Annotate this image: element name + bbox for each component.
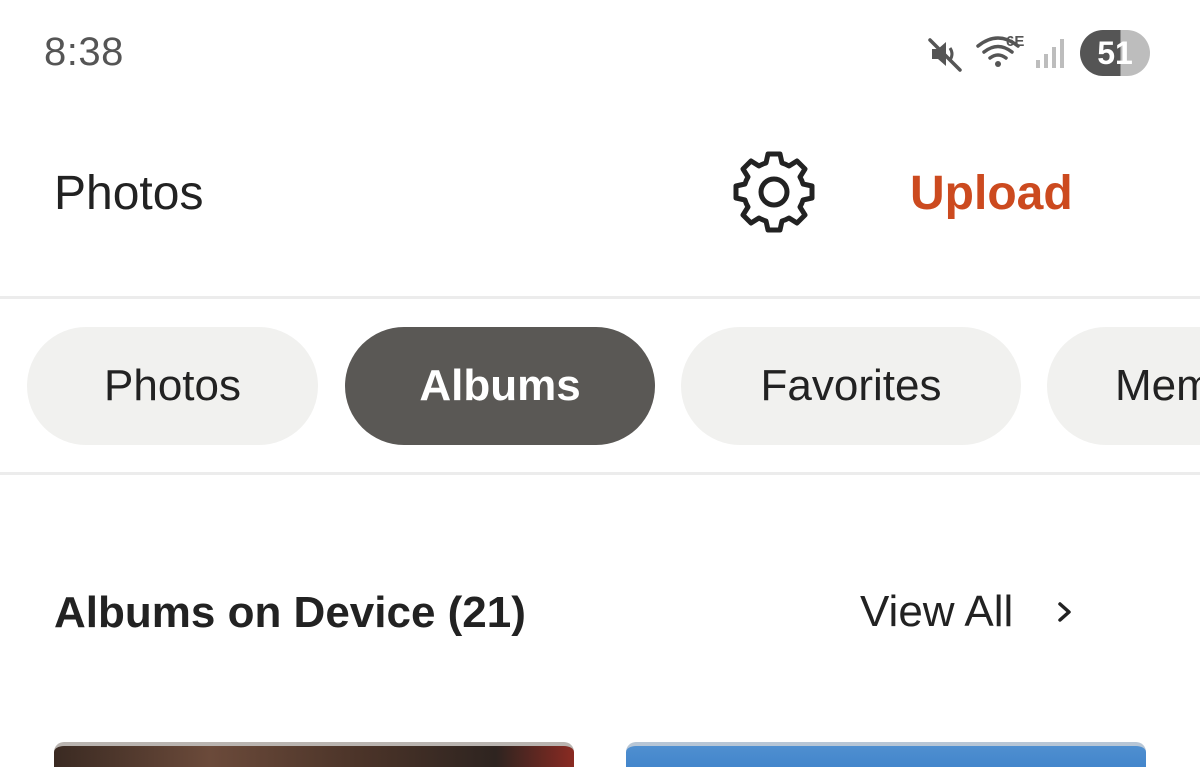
tabs-divider <box>0 472 1200 475</box>
status-time: 8:38 <box>44 30 124 74</box>
album-thumbnail[interactable] <box>626 742 1146 767</box>
status-icons: 6E 51 <box>924 30 1150 76</box>
tab-albums[interactable]: Albums <box>345 327 655 445</box>
chevron-right-icon <box>1058 602 1072 622</box>
view-all-button[interactable]: View All <box>860 586 1075 638</box>
view-all-label: View All <box>860 587 1014 636</box>
mute-icon <box>928 38 962 72</box>
wifi-icon: 6E <box>976 34 1024 67</box>
gear-icon <box>733 151 815 233</box>
album-thumbnail[interactable] <box>54 742 574 767</box>
signal-icon <box>1036 39 1064 68</box>
section-title: Albums on Device (21) <box>54 588 526 637</box>
page-title: Photos <box>54 167 204 220</box>
tab-photos[interactable]: Photos <box>27 327 318 445</box>
wifi-label: 6E <box>1006 34 1024 50</box>
tab-memories[interactable]: Memories <box>1047 327 1200 445</box>
upload-button[interactable]: Upload <box>910 166 1073 221</box>
tab-favorites[interactable]: Favorites <box>681 327 1021 445</box>
header-divider <box>0 296 1200 299</box>
battery-badge: 51 <box>1080 30 1150 76</box>
settings-button[interactable] <box>730 148 818 236</box>
tab-bar: Photos Albums Favorites Memories <box>0 327 1200 445</box>
